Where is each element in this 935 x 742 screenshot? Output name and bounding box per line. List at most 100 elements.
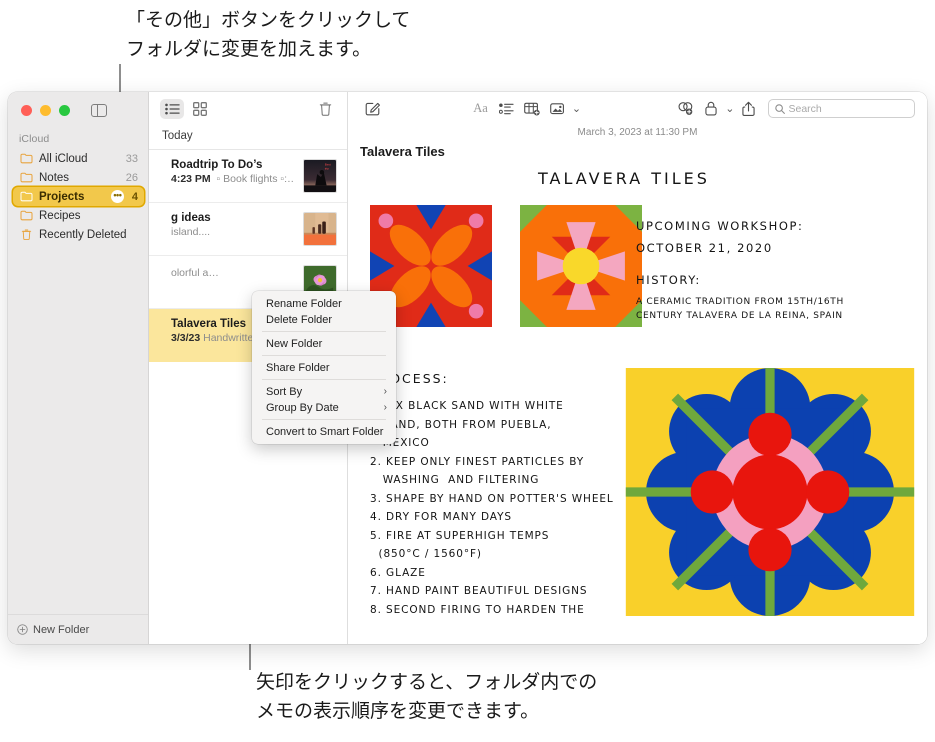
menu-item-group-by-date[interactable]: Group By Date › — [252, 400, 396, 415]
share-button[interactable] — [736, 98, 762, 120]
delete-note-button[interactable] — [313, 99, 337, 119]
sidebar-item-count: 4 — [131, 190, 138, 203]
collaborate-button[interactable] — [672, 98, 698, 120]
gallery-view-icon — [193, 101, 207, 116]
menu-separator — [262, 419, 386, 420]
folder-icon — [20, 153, 33, 164]
lock-icon — [705, 101, 717, 116]
sidebar-item-recently-deleted[interactable]: Recently Deleted — [13, 225, 144, 244]
note-list-item-ideas[interactable]: g ideas island.... — [149, 203, 347, 256]
note-list-toolbar — [149, 92, 347, 125]
note-item-title: Roadtrip To Do’s — [171, 159, 263, 171]
search-field[interactable]: Search — [767, 99, 916, 118]
roadtrip-photo-icon: Best trip — [304, 160, 336, 192]
sidebar: iCloud All iCloud 33 Notes 26 Projects •… — [8, 92, 149, 644]
sidebar-item-label: Projects — [39, 190, 85, 203]
handwritten-process-body: 1 MIX BLACK SAND WITH WHITE SAND, BOTH F… — [370, 400, 614, 616]
sidebar-item-label: Recently Deleted — [39, 228, 127, 241]
menu-item-label: Convert to Smart Folder — [266, 425, 384, 438]
close-button[interactable] — [21, 105, 32, 116]
chevron-right-icon: › — [383, 402, 387, 413]
sidebar-section-label: iCloud — [19, 133, 50, 145]
folder-icon — [20, 210, 33, 221]
compose-icon — [366, 102, 381, 116]
lock-dropdown-button[interactable]: ⌄ — [724, 98, 736, 120]
search-placeholder: Search — [788, 102, 822, 115]
note-item-text: olorful a… — [171, 265, 295, 279]
note-item-subtitle: 4:23 PM ▫ Book flights ▫:… — [171, 173, 295, 185]
menu-item-label: Sort By — [266, 385, 303, 398]
list-view-button[interactable] — [160, 98, 184, 119]
table-button[interactable] — [519, 98, 545, 120]
callout-top-text: 「その他」ボタンをクリックして フォルダに変更を加えます。 — [126, 9, 411, 60]
folder-context-menu[interactable]: Rename Folder Delete Folder New Folder S… — [252, 291, 396, 444]
trash-icon — [319, 102, 331, 116]
menu-item-label: Share Folder — [266, 361, 330, 374]
handwritten-title: TALAVERA TILES — [538, 169, 710, 188]
starburst-tile-artwork — [520, 205, 642, 327]
editor-toolbar: Aa ⌄ ⌄ Search — [348, 92, 927, 125]
menu-item-new-folder[interactable]: New Folder — [252, 336, 396, 351]
sidebar-item-projects[interactable]: Projects ••• 4 — [13, 187, 144, 206]
note-list-item-roadtrip[interactable]: Roadtrip To Do’s 4:23 PM ▫ Book flights … — [149, 150, 347, 203]
note-body-canvas[interactable]: TALAVERA TILES UPCOMING WORKSHOP: OCTOBE… — [348, 163, 927, 633]
window-controls — [8, 92, 148, 118]
note-item-thumbnail — [303, 212, 337, 246]
note-item-preview: island.... — [171, 226, 211, 238]
chevron-down-icon: ⌄ — [571, 103, 582, 115]
chevron-down-icon: ⌄ — [725, 103, 735, 115]
menu-item-delete-folder[interactable]: Delete Folder — [252, 312, 396, 327]
checklist-glyph-icon: ▫ — [213, 173, 224, 185]
note-item-thumbnail: Best trip — [303, 159, 337, 193]
lock-button[interactable] — [698, 98, 724, 120]
checklist-button[interactable] — [493, 98, 519, 120]
folder-icon — [20, 191, 33, 202]
sidebar-toggle-icon[interactable] — [91, 103, 107, 118]
chevron-right-icon: › — [383, 386, 387, 397]
minimize-button[interactable] — [40, 105, 51, 116]
menu-item-label: New Folder — [266, 337, 323, 350]
menu-item-rename-folder[interactable]: Rename Folder — [252, 296, 396, 311]
format-button[interactable]: Aa — [468, 98, 494, 120]
menu-item-share-folder[interactable]: Share Folder — [252, 360, 396, 375]
sidebar-item-count: 26 — [125, 171, 138, 184]
new-folder-button[interactable]: New Folder — [8, 614, 148, 644]
menu-item-convert-to-smart-folder[interactable]: Convert to Smart Folder — [252, 424, 396, 439]
menu-separator — [262, 379, 386, 380]
note-item-preview: olorful a… — [171, 267, 219, 279]
note-item-title: g ideas — [171, 212, 211, 224]
note-item-time: 3/3/23 — [171, 332, 201, 344]
media-icon — [549, 102, 564, 114]
more-options-button[interactable]: ••• — [110, 190, 124, 203]
sidebar-item-recipes[interactable]: Recipes — [13, 206, 144, 225]
search-icon — [774, 103, 785, 114]
handwritten-workshop: UPCOMING WORKSHOP: OCTOBER 21, 2020 — [636, 219, 804, 255]
menu-item-sort-by[interactable]: Sort By › — [252, 384, 396, 399]
media-button[interactable] — [545, 98, 571, 120]
note-title: Talavera Tiles — [360, 144, 445, 159]
flower-tile-artwork — [625, 368, 915, 616]
note-item-preview: Book flights — [223, 173, 278, 185]
menu-item-label: Rename Folder — [266, 297, 342, 310]
interior-photo-icon — [304, 213, 336, 245]
menu-separator — [262, 331, 386, 332]
note-item-preview-tail: :… — [284, 173, 295, 185]
new-folder-label: New Folder — [33, 623, 90, 636]
gallery-view-button[interactable] — [188, 99, 212, 119]
svg-text:trip: trip — [325, 166, 329, 170]
sidebar-item-notes[interactable]: Notes 26 — [13, 168, 144, 187]
sidebar-item-all-icloud[interactable]: All iCloud 33 — [13, 149, 144, 168]
note-list-pane: Today Roadtrip To Do’s 4:23 PM ▫ Book fl… — [149, 92, 396, 644]
sidebar-item-label: Notes — [39, 171, 70, 184]
table-icon — [524, 102, 540, 116]
sidebar-item-label: Recipes — [39, 209, 81, 222]
handwritten-history-heading: HISTORY: — [636, 273, 701, 287]
zoom-button[interactable] — [59, 105, 70, 116]
note-item-text: g ideas island.... — [171, 212, 295, 238]
media-dropdown-button[interactable]: ⌄ — [571, 98, 583, 120]
note-editor-pane: Aa ⌄ ⌄ Search March 3, 2023 at 11:30 PM … — [348, 92, 927, 644]
note-item-time: 4:23 PM — [171, 173, 211, 185]
folder-icon — [20, 172, 33, 183]
note-group-header: Today — [149, 125, 347, 150]
compose-note-button[interactable] — [360, 98, 386, 120]
